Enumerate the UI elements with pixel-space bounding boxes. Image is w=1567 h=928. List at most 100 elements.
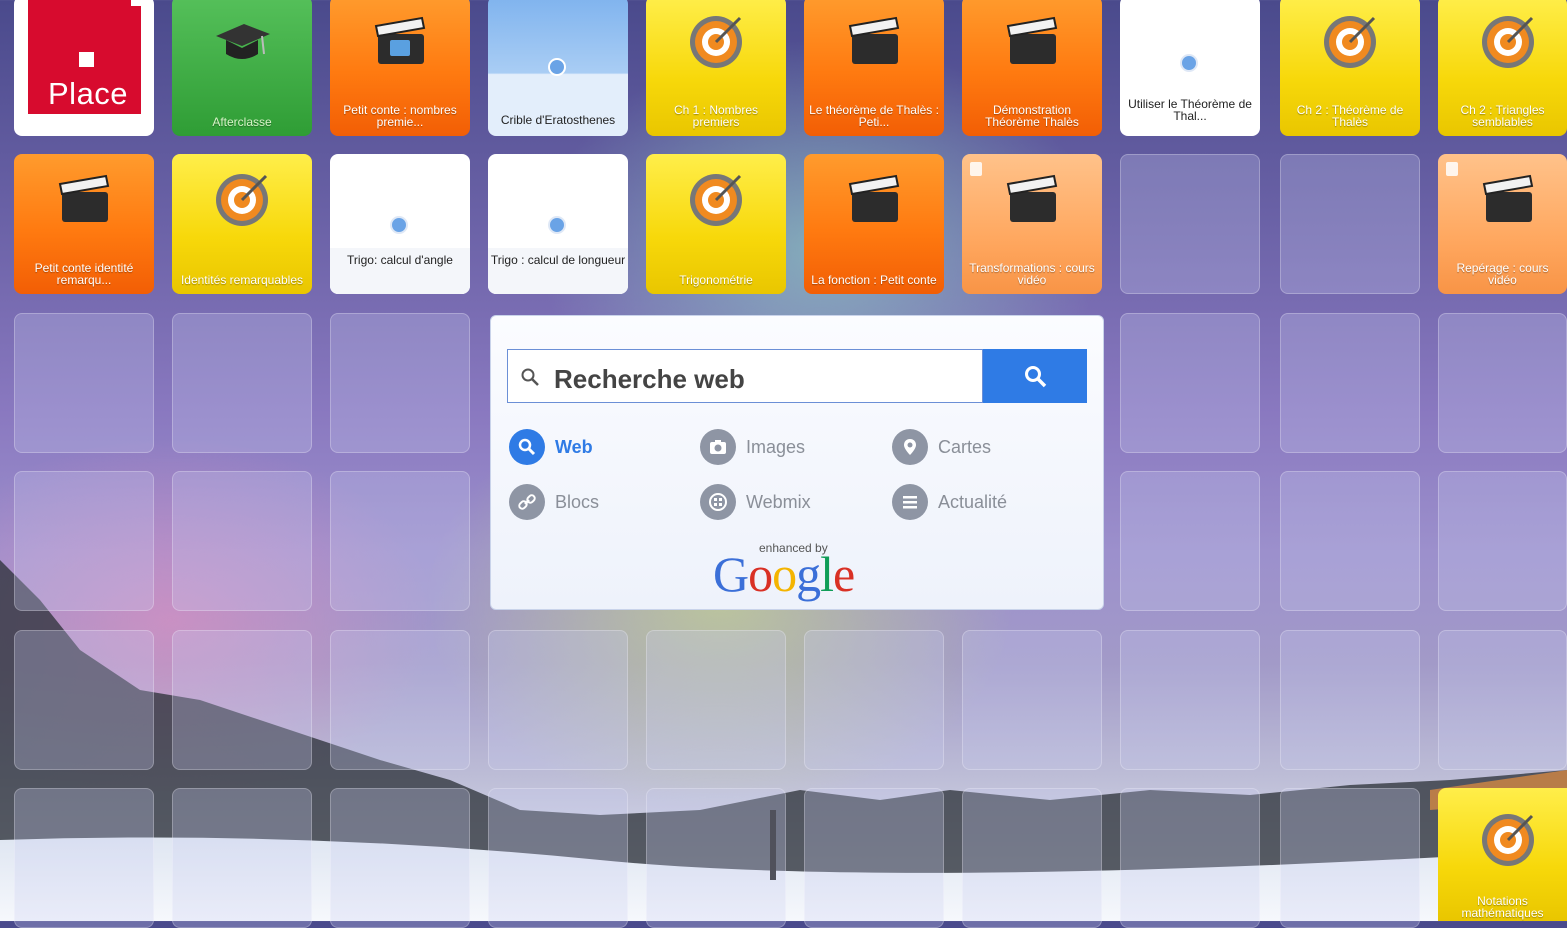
tile-identites[interactable]: Identités remarquables	[172, 154, 312, 294]
target-icon	[1482, 16, 1534, 68]
empty-slot[interactable]	[172, 630, 312, 770]
empty-slot[interactable]	[646, 630, 786, 770]
empty-slot[interactable]	[1280, 154, 1420, 294]
clapperboard-icon	[1006, 16, 1058, 64]
empty-slot[interactable]	[14, 471, 154, 611]
empty-slot[interactable]	[14, 313, 154, 453]
empty-slot[interactable]	[646, 788, 786, 928]
tile-label: Démonstration Théorème Thalès	[985, 103, 1079, 129]
target-icon	[690, 16, 742, 68]
badge-icon	[970, 162, 982, 176]
globe-icon	[548, 216, 566, 234]
empty-slot[interactable]	[1120, 788, 1260, 928]
tile-reperage[interactable]: Repérage : cours vidéo	[1438, 154, 1567, 294]
tile-label: Trigo : calcul de longueur	[488, 248, 628, 294]
tile-fonction-conte[interactable]: La fonction : Petit conte	[804, 154, 944, 294]
empty-slot[interactable]	[1280, 788, 1420, 928]
tile-label: Petit conte : nombres premie...	[343, 103, 457, 129]
camera-icon	[700, 429, 736, 465]
empty-slot[interactable]	[172, 471, 312, 611]
clapperboard-icon	[1006, 174, 1058, 222]
link-icon	[509, 484, 545, 520]
empty-slot[interactable]	[804, 788, 944, 928]
list-icon	[892, 484, 928, 520]
tile-label: Transformations : cours vidéo	[969, 261, 1095, 287]
tile-trigo-longueur[interactable]: Trigo : calcul de longueur	[488, 154, 628, 294]
google-wordmark: Google	[713, 546, 855, 602]
search-placeholder: Recherche web	[554, 364, 745, 394]
empty-slot[interactable]	[14, 630, 154, 770]
map-pin-icon	[892, 429, 928, 465]
tile-label: Identités remarquables	[180, 273, 304, 287]
tile-transformations[interactable]: Transformations : cours vidéo	[962, 154, 1102, 294]
target-icon	[1324, 16, 1376, 68]
clapperboard-icon	[58, 174, 110, 222]
empty-slot[interactable]	[488, 630, 628, 770]
empty-slot[interactable]	[1438, 630, 1567, 770]
tile-label: Notations mathématiques	[1461, 894, 1544, 920]
empty-slot[interactable]	[1120, 313, 1260, 453]
tile-label: Ch 1 : Nombres premiers	[673, 103, 759, 129]
desktop-background: Place Afterclasse Petit conte : nombres …	[0, 0, 1567, 928]
tile-petit-conte-nombres[interactable]: Petit conte : nombres premie...	[330, 0, 470, 136]
tile-ch2-triangles[interactable]: Ch 2 : Triangles semblables	[1438, 0, 1567, 136]
search-icon	[521, 368, 539, 386]
empty-slot[interactable]	[1280, 313, 1420, 453]
tile-label: La fonction : Petit conte	[811, 273, 937, 287]
empty-slot[interactable]	[1120, 154, 1260, 294]
tile-trigonometrie[interactable]: Trigonométrie	[646, 154, 786, 294]
tile-label: Ch 2 : Triangles semblables	[1460, 103, 1545, 129]
empty-slot[interactable]	[172, 313, 312, 453]
tile-crible[interactable]: Crible d'Eratosthenes	[488, 0, 628, 136]
target-icon	[690, 174, 742, 226]
globe-icon	[548, 58, 566, 76]
clapperboard-icon	[848, 16, 900, 64]
web-search-widget: Recherche web Web Images Cartes Blocs We…	[490, 315, 1104, 610]
tile-demonstration-thales[interactable]: Démonstration Théorème Thalès	[962, 0, 1102, 136]
tile-label: Afterclasse	[212, 115, 272, 129]
globe-icon	[1180, 54, 1198, 72]
empty-slot[interactable]	[330, 471, 470, 611]
grid-circle-icon	[700, 484, 736, 520]
clapperboard-icon	[848, 174, 900, 222]
empty-slot[interactable]	[330, 313, 470, 453]
tile-theoreme-thales-conte[interactable]: Le théorème de Thalès : Peti...	[804, 0, 944, 136]
tile-trigo-angle[interactable]: Trigo: calcul d'angle	[330, 154, 470, 294]
tile-afterclasse[interactable]: Afterclasse	[172, 0, 312, 136]
tile-label: Repérage : cours vidéo	[1456, 261, 1549, 287]
place-logo: Place	[28, 0, 141, 114]
search-input[interactable]: Recherche web	[507, 349, 983, 403]
empty-slot[interactable]	[14, 788, 154, 928]
empty-slot[interactable]	[330, 630, 470, 770]
tile-ch1-nombres[interactable]: Ch 1 : Nombres premiers	[646, 0, 786, 136]
empty-slot[interactable]	[1280, 471, 1420, 611]
empty-slot[interactable]	[962, 788, 1102, 928]
tile-place-logo[interactable]: Place	[14, 0, 154, 136]
tile-label: Ch 2 : Théorème de Thalès	[1296, 103, 1404, 129]
badge-icon	[1446, 162, 1458, 176]
empty-slot[interactable]	[1438, 471, 1567, 611]
search-button[interactable]	[983, 349, 1087, 403]
tile-label: Trigo: calcul d'angle	[330, 248, 470, 294]
empty-slot[interactable]	[488, 788, 628, 928]
tile-utiliser-thales[interactable]: Utiliser le Théorème de Thal...	[1120, 0, 1260, 136]
empty-slot[interactable]	[330, 788, 470, 928]
graduation-cap-icon	[216, 24, 270, 59]
search-icon	[509, 429, 545, 465]
clapperboard-icon	[1482, 174, 1534, 222]
empty-slot[interactable]	[1280, 630, 1420, 770]
empty-slot[interactable]	[804, 630, 944, 770]
empty-slot[interactable]	[962, 630, 1102, 770]
tile-ch2-thales[interactable]: Ch 2 : Théorème de Thalès	[1280, 0, 1420, 136]
empty-slot[interactable]	[1120, 471, 1260, 611]
empty-slot[interactable]	[1120, 630, 1260, 770]
globe-icon	[390, 216, 408, 234]
target-icon	[1482, 814, 1534, 866]
clapperboard-icon	[374, 16, 426, 64]
target-icon	[216, 174, 268, 226]
empty-slot[interactable]	[172, 788, 312, 928]
tile-petit-conte-identite[interactable]: Petit conte identité remarqu...	[14, 154, 154, 294]
empty-slot[interactable]	[1438, 313, 1567, 453]
tile-notations[interactable]: Notations mathématiques	[1438, 788, 1567, 921]
tile-label: Petit conte identité remarqu...	[34, 261, 134, 287]
